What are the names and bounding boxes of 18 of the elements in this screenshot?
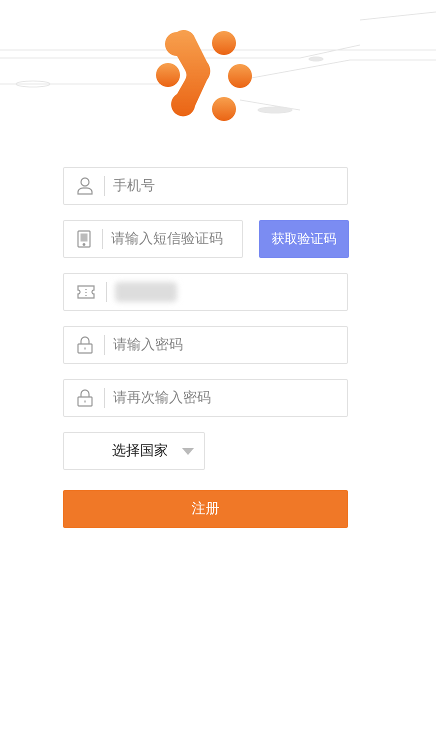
register-button[interactable]: 注册 <box>63 490 348 528</box>
input-field[interactable]: 请再次输入密码 <box>113 380 347 416</box>
country-select[interactable]: 选择国家 <box>63 432 205 470</box>
input-field[interactable]: 请输入密码 <box>63 326 348 364</box>
lock-icon <box>77 389 93 407</box>
input-field[interactable]: 手机号 <box>113 168 347 204</box>
ticket-icon <box>77 285 95 299</box>
tablet-icon <box>77 230 91 248</box>
input-field[interactable] <box>63 273 348 311</box>
input-field[interactable]: 手机号 <box>63 167 348 205</box>
lock-icon <box>77 336 93 354</box>
person-icon <box>77 177 93 195</box>
input-field[interactable]: 请输入短信验证码 <box>63 220 243 258</box>
caret-icon <box>182 448 194 454</box>
input-field[interactable]: 请输入短信验证码 <box>111 221 242 257</box>
get-code-button[interactable]: 获取验证码 <box>259 220 349 258</box>
input-field[interactable]: 请再次输入密码 <box>63 379 348 417</box>
input-field[interactable]: 请输入密码 <box>113 327 347 363</box>
